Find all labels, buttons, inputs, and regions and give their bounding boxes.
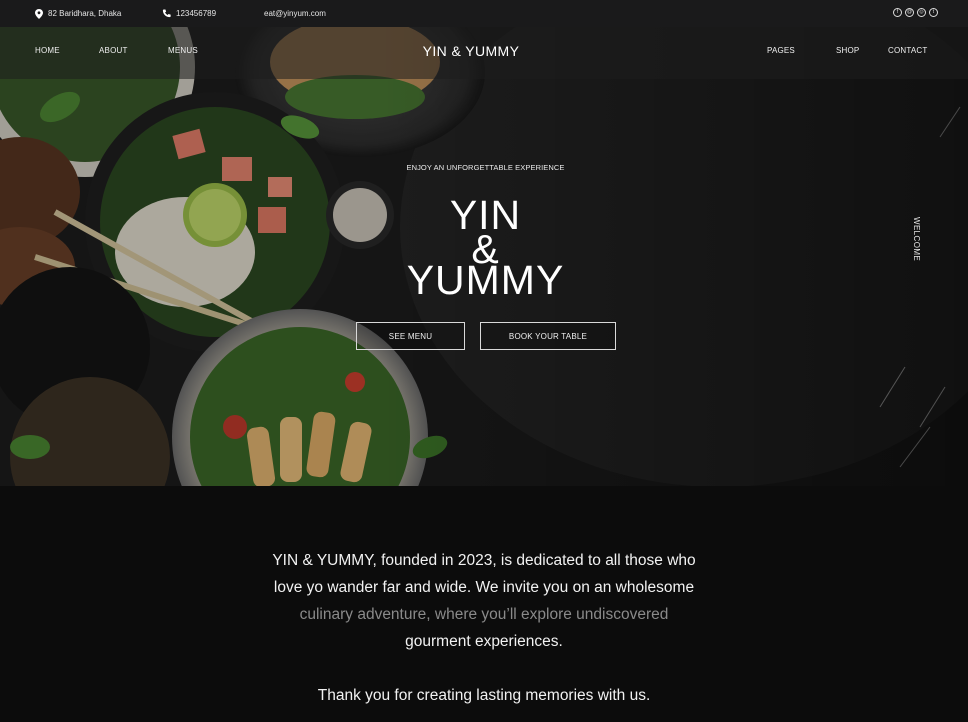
intro-line-4: gourment experiences. bbox=[405, 633, 563, 650]
email-info[interactable]: eat@yinyum.com bbox=[264, 0, 326, 27]
nav-shop[interactable]: SHOP bbox=[836, 46, 859, 55]
intro-line-1: YIN & YUMMY, founded in 2023, is dedicat… bbox=[272, 552, 696, 569]
brand-logo[interactable]: YIN & YUMMY bbox=[0, 43, 942, 59]
see-menu-button[interactable]: SEE MENU bbox=[356, 322, 465, 350]
threads-icon[interactable]: @ bbox=[905, 8, 914, 17]
twitter-icon[interactable]: t bbox=[929, 8, 938, 17]
email-text: eat@yinyum.com bbox=[264, 9, 326, 18]
intro-section: YIN & YUMMY, founded in 2023, is dedicat… bbox=[0, 486, 968, 722]
location-pin-icon bbox=[35, 8, 43, 19]
intro-line-2: love yo wander far and wide. We invite y… bbox=[273, 579, 695, 596]
hero-kicker: ENJOY AN UNFORGETTABLE EXPERIENCE bbox=[406, 163, 565, 172]
nav-pages[interactable]: PAGES bbox=[767, 46, 795, 55]
nav-contact[interactable]: CONTACT bbox=[888, 46, 927, 55]
book-table-button[interactable]: BOOK YOUR TABLE bbox=[480, 322, 616, 350]
hero-section: ENJOY AN UNFORGETTABLE EXPERIENCE YIN & … bbox=[0, 27, 968, 486]
phone-icon bbox=[162, 9, 171, 18]
phone-info[interactable]: 123456789 bbox=[162, 0, 216, 27]
instagram-icon[interactable]: ◎ bbox=[917, 8, 926, 17]
social-links: f @ ◎ t bbox=[893, 8, 938, 17]
address-info: 82 Baridhara, Dhaka bbox=[35, 0, 121, 27]
intro-thanks: Thank you for creating lasting memories … bbox=[317, 687, 651, 704]
facebook-icon[interactable]: f bbox=[893, 8, 902, 17]
welcome-side-label: WELCOME bbox=[912, 217, 921, 262]
intro-line-3: culinary adventure, where you’ll explore… bbox=[299, 606, 669, 623]
main-navbar: HOME ABOUT MENUS YIN & YUMMY PAGES SHOP … bbox=[0, 27, 968, 79]
phone-text: 123456789 bbox=[176, 9, 217, 18]
top-info-bar: 82 Baridhara, Dhaka 123456789 eat@yinyum… bbox=[0, 0, 968, 27]
hero-title-line-3: YUMMY bbox=[406, 257, 565, 303]
address-text: 82 Baridhara, Dhaka bbox=[48, 9, 122, 18]
